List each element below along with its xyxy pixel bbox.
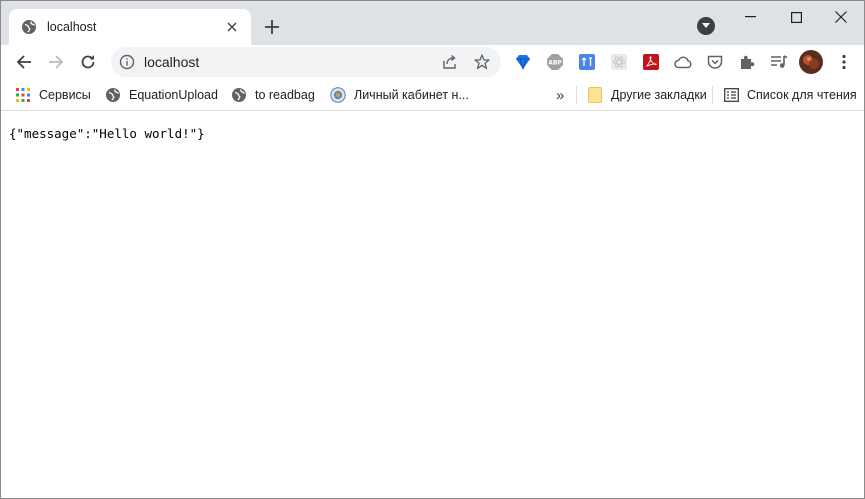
bookmark-label: to readbag [255,88,315,102]
tab-title: localhost [47,20,97,34]
puzzle-icon[interactable] [738,53,756,71]
bookmarks-overflow-button[interactable]: » [556,86,564,104]
tab-search-button[interactable] [697,17,715,35]
browser-window: localhost localhost ABP Сервисы Equation… [0,0,865,499]
bookmark-to-readbag[interactable]: to readbag [231,86,315,104]
divider [712,86,713,104]
new-tab-button[interactable] [260,15,284,39]
diamond-extension-icon[interactable] [514,53,532,71]
bookmarks-bar: Сервисы EquationUpload to readbag Личный… [1,79,864,111]
maximize-icon [790,11,802,23]
bookmark-label: Список для чтения [747,88,857,102]
minimize-icon [744,16,756,18]
reload-icon [81,55,95,69]
tab-strip: localhost [1,1,864,45]
globe-icon [105,87,121,103]
apps-grid-icon [15,87,31,103]
adblock-label: ABP [548,60,562,67]
back-button[interactable] [11,49,37,75]
chevron-down-icon [702,23,710,28]
info-icon[interactable] [119,54,135,70]
minimize-button[interactable] [727,1,773,33]
bookmark-label: Сервисы [39,88,91,102]
share-icon[interactable] [441,53,459,71]
arrow-left-icon [16,55,31,69]
translate-extension-icon[interactable] [578,53,596,71]
reload-button[interactable] [75,49,101,75]
forward-button[interactable] [43,49,69,75]
globe-icon [231,87,247,103]
cloud-icon[interactable] [674,53,692,71]
reading-list-button[interactable]: Список для чтения [723,86,857,104]
divider [576,86,577,104]
bookmark-label: Другие закладки [611,88,707,102]
pdf-extension-icon[interactable] [642,53,660,71]
adblock-icon[interactable]: ABP [546,53,564,71]
json-response-text: {"message":"Hello world!"} [9,126,205,141]
more-menu-icon[interactable] [835,53,853,71]
address-url[interactable]: localhost [144,54,199,70]
maximize-button[interactable] [773,1,819,33]
avatar[interactable] [799,50,823,74]
close-icon[interactable] [223,18,241,36]
folder-icon [587,87,603,103]
close-icon [835,11,847,23]
bookmark-equationupload[interactable]: EquationUpload [105,86,218,104]
reading-list-icon [723,87,739,103]
tab-localhost[interactable]: localhost [9,9,251,45]
toolbar: localhost ABP [1,45,864,79]
address-bar[interactable]: localhost [111,47,501,77]
pocket-icon[interactable] [706,53,724,71]
bookmark-star-icon[interactable] [473,53,491,71]
plus-icon [265,20,279,34]
bookmark-services[interactable]: Сервисы [15,86,91,104]
window-close-button[interactable] [818,1,864,33]
bookmark-personal-cabinet[interactable]: Личный кабинет н... [330,86,469,104]
bookmark-label: EquationUpload [129,88,218,102]
react-devtools-icon[interactable] [610,53,628,71]
chevron-double-right-icon: » [556,86,565,104]
page-content: {"message":"Hello world!"} [1,112,864,498]
arrow-right-icon [49,55,64,69]
other-bookmarks-folder[interactable]: Другие закладки [587,86,707,104]
emblem-icon [330,87,346,103]
globe-icon [21,19,37,35]
media-controls-icon[interactable] [770,53,788,71]
bookmark-label: Личный кабинет н... [354,88,469,102]
